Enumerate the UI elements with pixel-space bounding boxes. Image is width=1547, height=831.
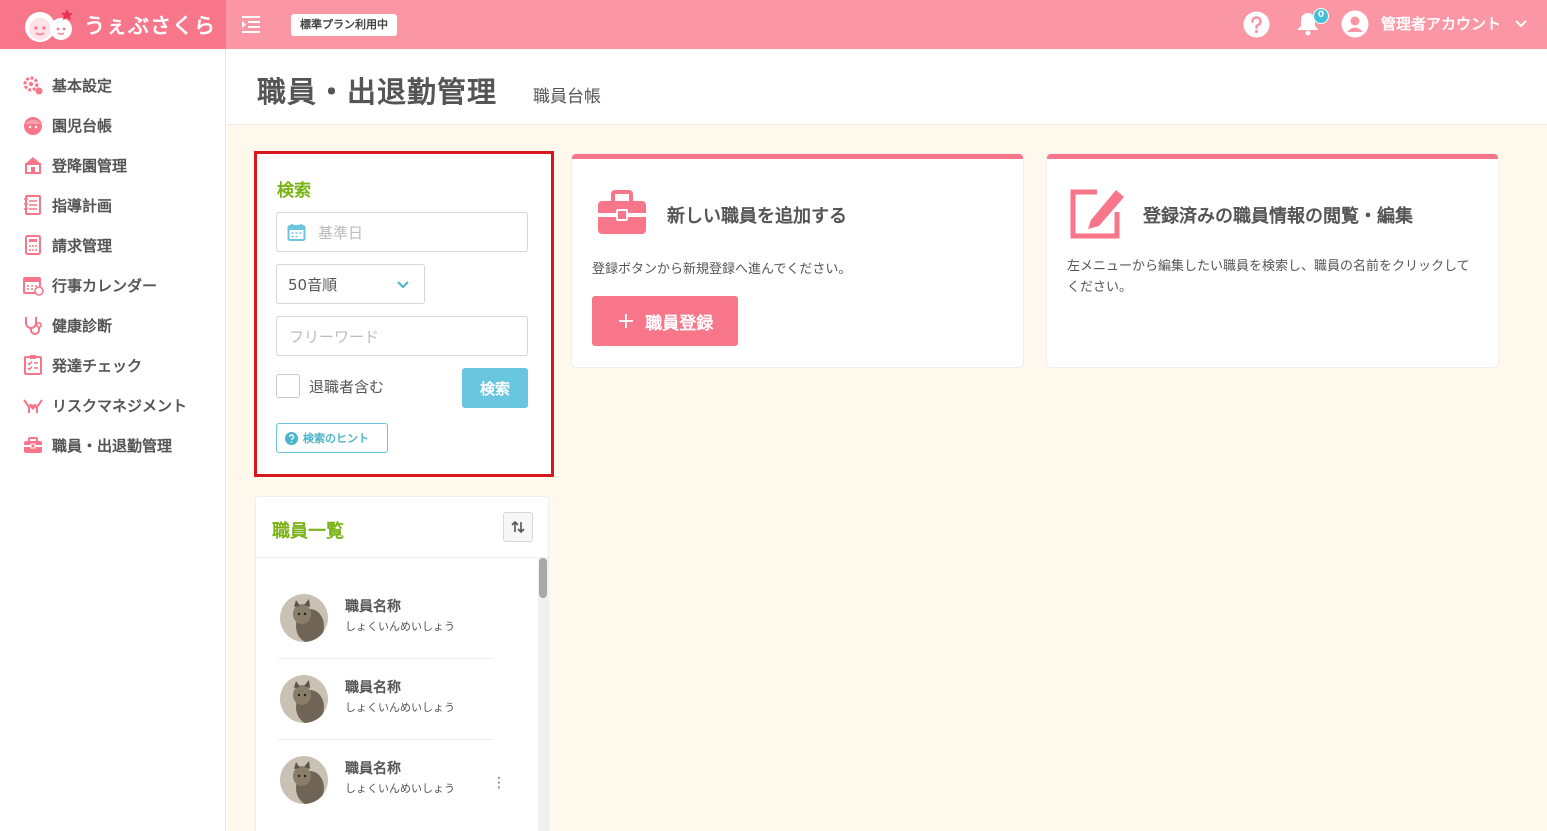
staff-list-title: 職員一覧	[272, 521, 344, 542]
staff-row[interactable]: 職員名称 しょくいんめいしょう	[256, 659, 538, 740]
plus-icon: +	[616, 308, 636, 334]
plan-badge: 標準プラン利用中	[291, 14, 397, 36]
sidebar-item-attendance[interactable]: 登降園管理	[22, 153, 127, 177]
calculator-icon	[25, 235, 41, 255]
scrollbar-thumb[interactable]	[539, 558, 547, 598]
staff-name: 職員名称	[345, 680, 401, 696]
search-button[interactable]: 検索	[462, 368, 528, 408]
sidebar-item-health-check[interactable]: 健康診断	[22, 313, 112, 337]
add-staff-title: 新しい職員を追加する	[667, 206, 847, 227]
sidebar-item-child-register[interactable]: 園児台帳	[22, 113, 112, 137]
child-icon	[24, 117, 42, 135]
sidebar-item-development-check[interactable]: 発達チェック	[22, 353, 142, 377]
search-hint-button[interactable]: 検索のヒント	[276, 423, 388, 453]
sidebar-item-label: 行事カレンダー	[52, 276, 158, 295]
sidebar-item-label: 請求管理	[52, 236, 113, 255]
date-placeholder: 基準日	[318, 223, 364, 242]
user-account-icon[interactable]	[1341, 10, 1369, 38]
page-title: 職員・出退勤管理	[257, 75, 498, 109]
staff-list-panel: 職員一覧 職員名称 しょくいんめいしょう 職員名称 しょくいんめいしょう 職員名…	[255, 496, 550, 831]
staff-name: 職員名称	[345, 761, 401, 777]
staff-avatar	[280, 594, 328, 642]
menu-toggle-icon[interactable]	[240, 14, 262, 34]
sidebar-item-staff-management[interactable]: 職員・出退勤管理	[22, 433, 172, 457]
add-staff-card: 新しい職員を追加する 登録ボタンから新規登録へ進んでください。 + 職員登録	[572, 154, 1023, 367]
search-panel: 検索 基準日 50音順 フリーワード 退職者含む 検索 検索のヒント	[254, 151, 554, 477]
edit-staff-description: 左メニューから編集したい職員を検索し、職員の名前をクリックしてください。	[1067, 259, 1470, 295]
free-word-input[interactable]: フリーワード	[276, 316, 528, 356]
school-icon	[25, 157, 41, 174]
sidebar-item-label: 指導計画	[52, 196, 113, 215]
sidebar-item-label: 発達チェック	[52, 356, 143, 375]
sidebar-item-label: 登降園管理	[52, 156, 128, 175]
logo-mark-icon	[25, 8, 73, 42]
notification-count-badge: 0	[1313, 8, 1329, 24]
staff-avatar	[280, 675, 328, 723]
checklist-icon	[24, 355, 42, 375]
app-logo[interactable]: うぇぶさくら	[0, 0, 226, 49]
edit-staff-title: 登録済みの職員情報の閲覧・編集	[1143, 206, 1413, 227]
chevron-down-icon[interactable]	[1514, 17, 1528, 31]
sort-arrows-icon	[511, 520, 525, 534]
edit-icon	[1070, 189, 1124, 239]
staff-name: 職員名称	[345, 599, 401, 615]
sidebar-item-billing[interactable]: 請求管理	[22, 233, 112, 257]
staff-row[interactable]: 職員名称 しょくいんめいしょう	[256, 578, 538, 659]
sidebar-item-risk-management[interactable]: リスクマネジメント	[22, 393, 187, 417]
notebook-icon	[24, 195, 41, 215]
sidebar-item-basic-settings[interactable]: 基本設定	[22, 73, 112, 97]
help-icon[interactable]	[1243, 11, 1270, 38]
staff-kana: しょくいんめいしょう	[345, 701, 455, 714]
sidebar: 基本設定 園児台帳 登降園管理 指導計画 請求管理 行事カレンダー 健康診断 発…	[0, 49, 226, 831]
scrollbar-track[interactable]	[538, 557, 548, 831]
sidebar-item-label: 健康診断	[52, 316, 113, 335]
search-hint-label: 検索のヒント	[303, 432, 369, 445]
page-subtitle: 職員台帳	[533, 87, 601, 107]
sidebar-item-label: リスクマネジメント	[52, 396, 188, 415]
divider	[256, 557, 550, 558]
sort-order-select[interactable]: 50音順	[276, 264, 425, 304]
search-title: 検索	[277, 181, 311, 201]
sort-order-value: 50音順	[288, 275, 338, 294]
sidebar-item-guidance-plan[interactable]: 指導計画	[22, 193, 112, 217]
include-retired-label[interactable]: 退職者含む	[309, 376, 384, 397]
briefcase-icon	[598, 190, 646, 234]
sort-toggle-button[interactable]	[503, 512, 533, 542]
calendar-icon	[23, 277, 44, 296]
staff-avatar	[280, 756, 328, 804]
briefcase-icon	[24, 437, 42, 453]
page-header: 職員・出退勤管理 職員台帳	[227, 49, 1547, 125]
calendar-icon	[287, 223, 306, 241]
staff-row[interactable]: 職員名称 しょくいんめいしょう ⋮	[256, 740, 538, 821]
edit-staff-card: 登録済みの職員情報の閲覧・編集 左メニューから編集したい職員を検索し、職員の名前…	[1047, 154, 1498, 367]
question-circle-icon	[285, 431, 298, 445]
chevron-down-icon	[397, 281, 409, 289]
include-retired-checkbox[interactable]	[276, 374, 300, 398]
account-menu[interactable]: 管理者アカウント	[1381, 13, 1501, 34]
sidebar-item-event-calendar[interactable]: 行事カレンダー	[22, 273, 157, 297]
add-staff-description: 登録ボタンから新規登録へ進んでください。	[592, 262, 852, 277]
register-staff-label: 職員登録	[645, 313, 714, 334]
sidebar-item-label: 園児台帳	[52, 116, 113, 135]
row-more-menu-icon[interactable]: ⋮	[492, 775, 506, 791]
hands-heart-icon	[23, 399, 43, 413]
reference-date-input[interactable]: 基準日	[276, 212, 528, 252]
gear-icon	[23, 76, 43, 95]
free-word-placeholder: フリーワード	[289, 327, 380, 346]
register-staff-button[interactable]: + 職員登録	[592, 296, 738, 346]
staff-kana: しょくいんめいしょう	[345, 620, 455, 633]
staff-kana: しょくいんめいしょう	[345, 782, 455, 795]
app-name: うぇぶさくら	[84, 13, 216, 38]
sidebar-item-label: 職員・出退勤管理	[52, 436, 173, 455]
stethoscope-icon	[25, 317, 43, 335]
sidebar-item-label: 基本設定	[52, 76, 113, 95]
